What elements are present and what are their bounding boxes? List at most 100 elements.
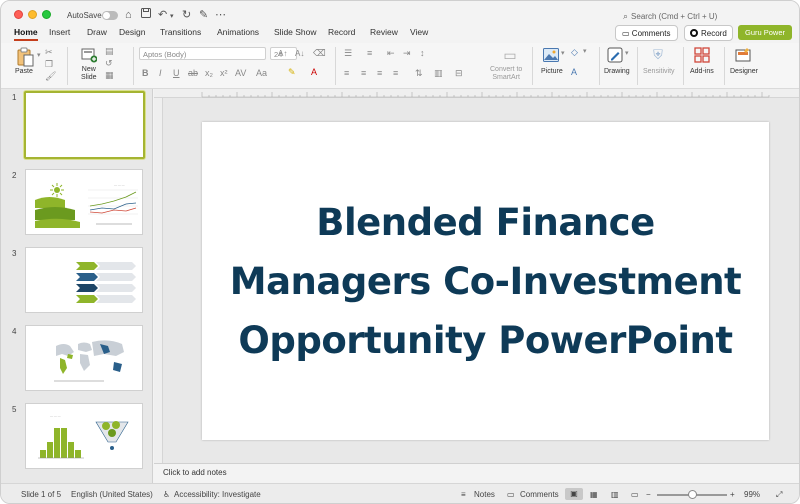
tab-draw[interactable]: Draw [87, 27, 107, 37]
increase-font-icon[interactable]: A↑ [278, 49, 287, 59]
numbering-icon[interactable]: ≡ [367, 48, 372, 58]
shapes-dropdown-icon[interactable]: ▾ [583, 47, 587, 57]
superscript-icon[interactable]: x² [220, 68, 228, 78]
normal-view-icon[interactable]: ▣ [565, 488, 583, 500]
decrease-font-icon[interactable]: A↓ [295, 49, 304, 59]
character-spacing-icon[interactable]: AV [235, 68, 246, 78]
highlight-icon[interactable]: ✎ [288, 67, 296, 77]
zoom-out-icon[interactable]: − [646, 490, 651, 499]
addins-icon[interactable] [693, 46, 711, 64]
format-painter-brush-icon[interactable]: 🖌 [45, 71, 56, 81]
notes-toggle[interactable]: Notes [474, 490, 495, 499]
columns-icon[interactable]: ▥ [434, 68, 443, 78]
underline-icon[interactable]: U [173, 68, 180, 78]
notes-icon[interactable]: ≡ [461, 490, 466, 499]
tab-view[interactable]: View [410, 27, 428, 37]
text-direction-icon[interactable]: ⇅ [415, 68, 423, 78]
minimize-window-button[interactable] [28, 10, 37, 19]
guru-power-button[interactable]: Guru Power [738, 25, 792, 40]
strikethrough-icon[interactable]: ab [188, 68, 198, 78]
search-box[interactable]: ⌕ Search (Cmd + Ctrl + U) [623, 11, 717, 22]
shapes-icon[interactable]: ◇ [571, 47, 578, 57]
notes-pane[interactable]: Click to add notes [154, 463, 799, 483]
save-icon[interactable] [141, 8, 151, 22]
smartart-icon[interactable]: ▭ [499, 46, 521, 64]
more-icon[interactable]: ⋯ [215, 8, 226, 22]
slide-thumbnail-2[interactable]: — — — [25, 169, 143, 235]
autosave-toggle[interactable] [102, 11, 118, 20]
justify-icon[interactable]: ≡ [393, 68, 398, 78]
subscript-icon[interactable]: x₂ [205, 68, 213, 78]
slide-number: 2 [12, 171, 17, 180]
record-button[interactable]: Record [684, 25, 733, 41]
font-name-field[interactable]: Aptos (Body) [139, 47, 266, 60]
language-indicator[interactable]: English (United States) [71, 490, 153, 499]
tab-design[interactable]: Design [119, 27, 145, 37]
accessibility-status[interactable]: Accessibility: Investigate [174, 490, 261, 499]
increase-indent-icon[interactable]: ⇥ [403, 48, 411, 58]
reset-icon[interactable]: ↺ [105, 58, 113, 68]
drawing-dropdown-icon[interactable]: ▾ [625, 49, 629, 59]
slide-thumbnail-5[interactable]: — — — [25, 403, 143, 469]
zoom-level[interactable]: 99% [744, 490, 760, 499]
align-right-icon[interactable]: ≡ [377, 68, 382, 78]
tab-record[interactable]: Record [328, 27, 355, 37]
format-painter-icon[interactable]: ✎ [199, 8, 208, 22]
cut-icon[interactable]: ✂ [45, 47, 53, 57]
tab-review[interactable]: Review [370, 27, 398, 37]
clear-format-icon[interactable]: ⌫ [313, 48, 326, 58]
redo-icon[interactable]: ↻ [182, 8, 191, 22]
accessibility-icon[interactable]: ♿ [163, 490, 170, 499]
tab-insert[interactable]: Insert [49, 27, 70, 37]
zoom-slider-handle[interactable] [688, 490, 697, 499]
copy-icon[interactable]: ❐ [45, 59, 53, 69]
maximize-window-button[interactable] [42, 10, 51, 19]
drawing-icon[interactable] [605, 46, 625, 64]
slide-thumbnail-3[interactable] [25, 247, 143, 313]
tab-slide-show[interactable]: Slide Show [274, 27, 317, 37]
bold-icon[interactable]: B [142, 68, 149, 78]
notes-placeholder[interactable]: Click to add notes [163, 468, 227, 477]
section-icon[interactable]: ▦ [105, 70, 114, 80]
picture-dropdown-icon[interactable]: ▾ [561, 49, 565, 59]
italic-icon[interactable]: I [159, 68, 162, 78]
slide-thumbnail-1[interactable] [24, 91, 145, 159]
comments-toggle[interactable]: Comments [520, 490, 559, 499]
slide-thumbnails-pane[interactable]: 1 2 — — — 3 4 5 — — — [1, 89, 153, 483]
reading-view-icon[interactable]: ▥ [611, 490, 619, 499]
designer-icon[interactable] [734, 46, 754, 64]
tab-animations[interactable]: Animations [217, 27, 259, 37]
change-case-icon[interactable]: Aa [256, 68, 267, 78]
slide-thumbnail-4[interactable] [25, 325, 143, 391]
paste-dropdown-icon[interactable]: ▾ [37, 51, 41, 61]
close-window-button[interactable] [14, 10, 23, 19]
layout-icon[interactable]: ▤ [105, 46, 114, 56]
align-center-icon[interactable]: ≡ [361, 68, 366, 78]
tab-home[interactable]: Home [14, 27, 38, 41]
sensitivity-icon[interactable]: ⛨ [649, 46, 667, 64]
comments-button[interactable]: ▭ Comments [615, 25, 678, 41]
textbox-icon[interactable]: A [571, 67, 577, 77]
undo-icon[interactable]: ↶ [158, 8, 167, 22]
undo-dropdown-icon[interactable]: ▾ [170, 10, 174, 24]
home-icon[interactable]: ⌂ [125, 8, 132, 22]
line-spacing-icon[interactable]: ↕ [420, 48, 425, 58]
slideshow-icon[interactable]: ▭ [631, 490, 639, 499]
new-slide-label: New Slide [81, 66, 97, 81]
align-left-icon[interactable]: ≡ [344, 68, 349, 78]
align-text-icon[interactable]: ⊟ [455, 68, 463, 78]
bullets-icon[interactable]: ☰ [344, 48, 352, 58]
decrease-indent-icon[interactable]: ⇤ [387, 48, 395, 58]
tab-transitions[interactable]: Transitions [160, 27, 201, 37]
picture-icon[interactable] [542, 46, 560, 64]
comments-icon[interactable]: ▭ [507, 490, 515, 499]
fit-to-window-icon[interactable]: ⤢ [776, 490, 782, 500]
font-color-icon[interactable]: A [311, 67, 317, 77]
zoom-in-icon[interactable]: + [730, 490, 735, 499]
new-slide-icon[interactable] [80, 46, 98, 64]
search-input[interactable]: Search (Cmd + Ctrl + U) [631, 12, 717, 21]
slide-title[interactable]: Blended Finance Managers Co-Investment O… [216, 193, 756, 370]
current-slide[interactable]: Blended Finance Managers Co-Investment O… [202, 122, 769, 440]
paste-icon[interactable] [14, 47, 36, 67]
slide-sorter-icon[interactable]: ▦ [590, 490, 598, 499]
